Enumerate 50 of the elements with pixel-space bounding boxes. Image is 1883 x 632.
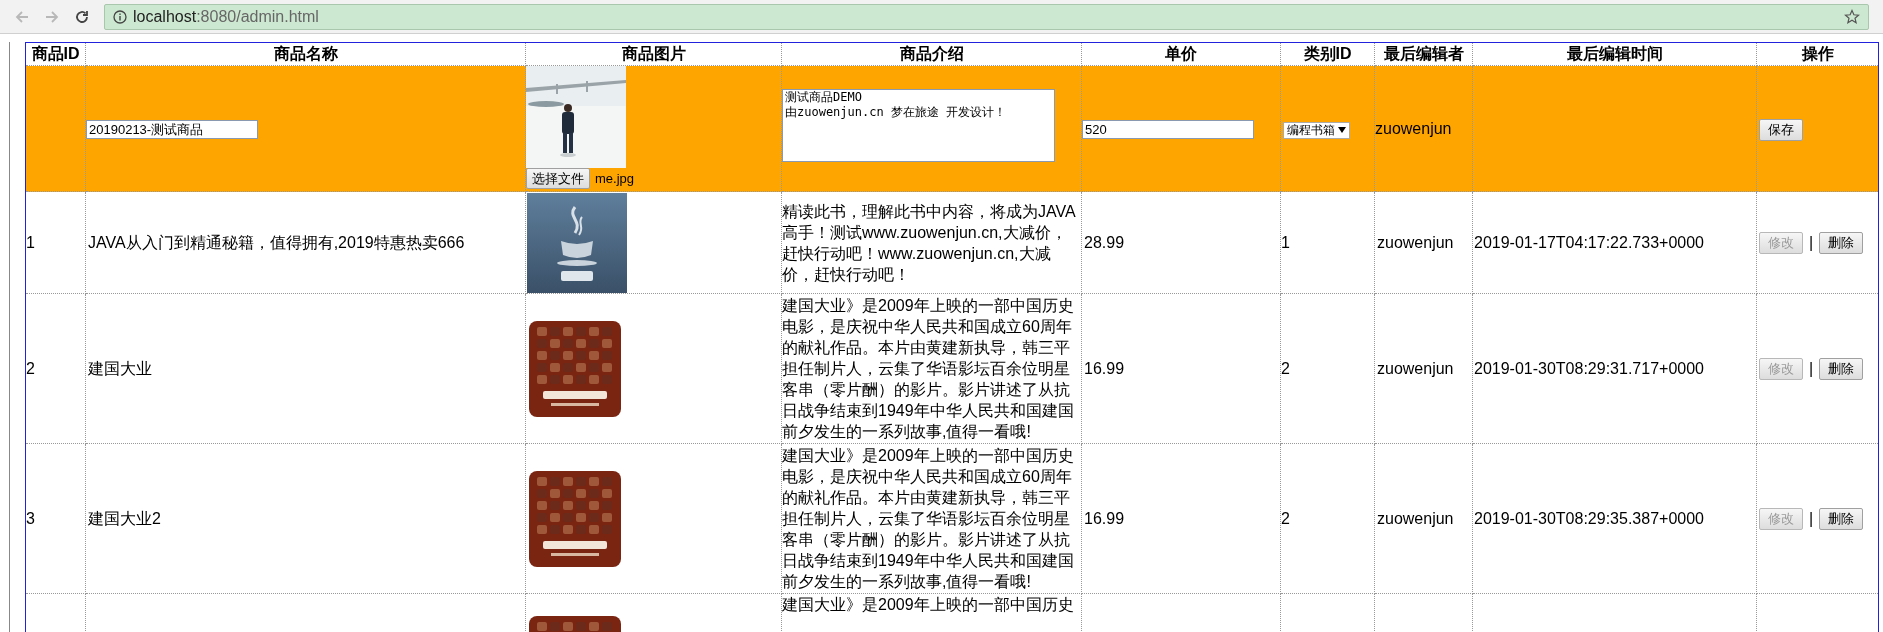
separator-text: |: [1809, 358, 1814, 379]
description-field[interactable]: 测试商品DEMO 由zuowenjun.cn 梦在旅途 开发设计！: [782, 88, 1055, 162]
category-id: 2: [1281, 359, 1290, 377]
category-select[interactable]: 编程书箱: [1283, 121, 1350, 139]
product-name: JAVA从入门到精通秘籍，值得拥有,2019特惠热卖666: [88, 233, 465, 251]
editor-name: zuowenjun: [1377, 359, 1454, 377]
product-id: 2: [26, 359, 35, 377]
edit-time: 2019-01-30T08:29:35.387+0000: [1474, 509, 1704, 527]
separator-text: |: [1809, 232, 1814, 253]
file-button[interactable]: 选择文件: [526, 168, 590, 189]
product-description: 建国大业》是2009年上映的一部中国历史电影，是庆祝中华人民共和国成立60周年的献礼作品。本片由黄建新执导，韩三平担任制片人，云集了华语影坛百余位明星客串（零片酬）的影片。影片讲述了从抗日战争结束到1949年中华人民共和国建国前夕发生的一系列故事,值得一看哦!: [782, 297, 1074, 440]
product-name: 建国大业: [88, 359, 152, 377]
edit-time: 2019-01-17T04:17:22.733+0000: [1474, 233, 1704, 251]
edit-time: 2019-01-30T08:29:31.717+0000: [1474, 359, 1704, 377]
unit-price: 16.99: [1084, 509, 1125, 527]
column-header: 最后编辑者: [1374, 42, 1473, 66]
delete-button[interactable]: 删除: [1819, 507, 1864, 530]
unit-price: 28.99: [1084, 233, 1125, 251]
column-header: 单价: [1081, 42, 1281, 66]
category-id: 2: [1281, 509, 1290, 527]
column-header: 商品ID: [25, 42, 86, 66]
reload-icon[interactable]: [74, 8, 90, 25]
product-name: 建国大业2: [88, 509, 161, 527]
price-input[interactable]: 520: [1082, 119, 1254, 139]
column-header: 最后编辑时间: [1472, 42, 1757, 66]
category-id: 1: [1281, 233, 1290, 251]
column-header: 商品介绍: [781, 42, 1082, 66]
product-id: 1: [26, 233, 35, 251]
address-bar[interactable]: localhost:8080/admin.html: [104, 3, 1869, 30]
editor-name: zuowenjun: [1377, 233, 1454, 251]
url-text: localhost:8080/admin.html: [133, 6, 320, 27]
name-input[interactable]: 20190213-测试商品: [86, 120, 258, 139]
product-id: 3: [26, 509, 35, 527]
column-header: 类别ID: [1280, 42, 1375, 66]
caret-icon: [1338, 127, 1346, 133]
delete-button[interactable]: 删除: [1819, 357, 1864, 380]
column-header: 商品图片: [525, 42, 782, 66]
file-name: me.jpg: [595, 169, 635, 188]
separator-text: |: [1809, 508, 1814, 529]
editor-name: zuowenjun: [1377, 509, 1454, 527]
unit-price: 16.99: [1084, 359, 1125, 377]
info-icon[interactable]: [113, 9, 127, 24]
column-header: 商品名称: [85, 42, 526, 66]
product-description: 精读此书，理解此书中内容，将成为JAVA高手！测试www.zuowenjun.cn,大减价，赶快行动吧！www.zuowenjun.cn,大减价，赶快行动吧！: [782, 202, 1076, 283]
product-description: 建国大业》是2009年上映的一部中国历史电影，是庆祝中华人民共和国成立60周年的献礼作品。本片由黄建新执导，韩三平担任制片人，云集了华语影坛百余位明星客串（零片酬）的影片。影片讲述了从抗日战争结束到1949年中华人民共和国建国前夕发生的一系列故事,值得一看哦!: [782, 447, 1074, 590]
star-icon[interactable]: [1844, 8, 1860, 25]
delete-button[interactable]: 删除: [1819, 231, 1864, 254]
product-description: 建国大业》是2009年上映的一部中国历史: [782, 596, 1074, 613]
save-button[interactable]: 保存: [1759, 118, 1803, 141]
editor-name: zuowenjun: [1375, 119, 1452, 137]
